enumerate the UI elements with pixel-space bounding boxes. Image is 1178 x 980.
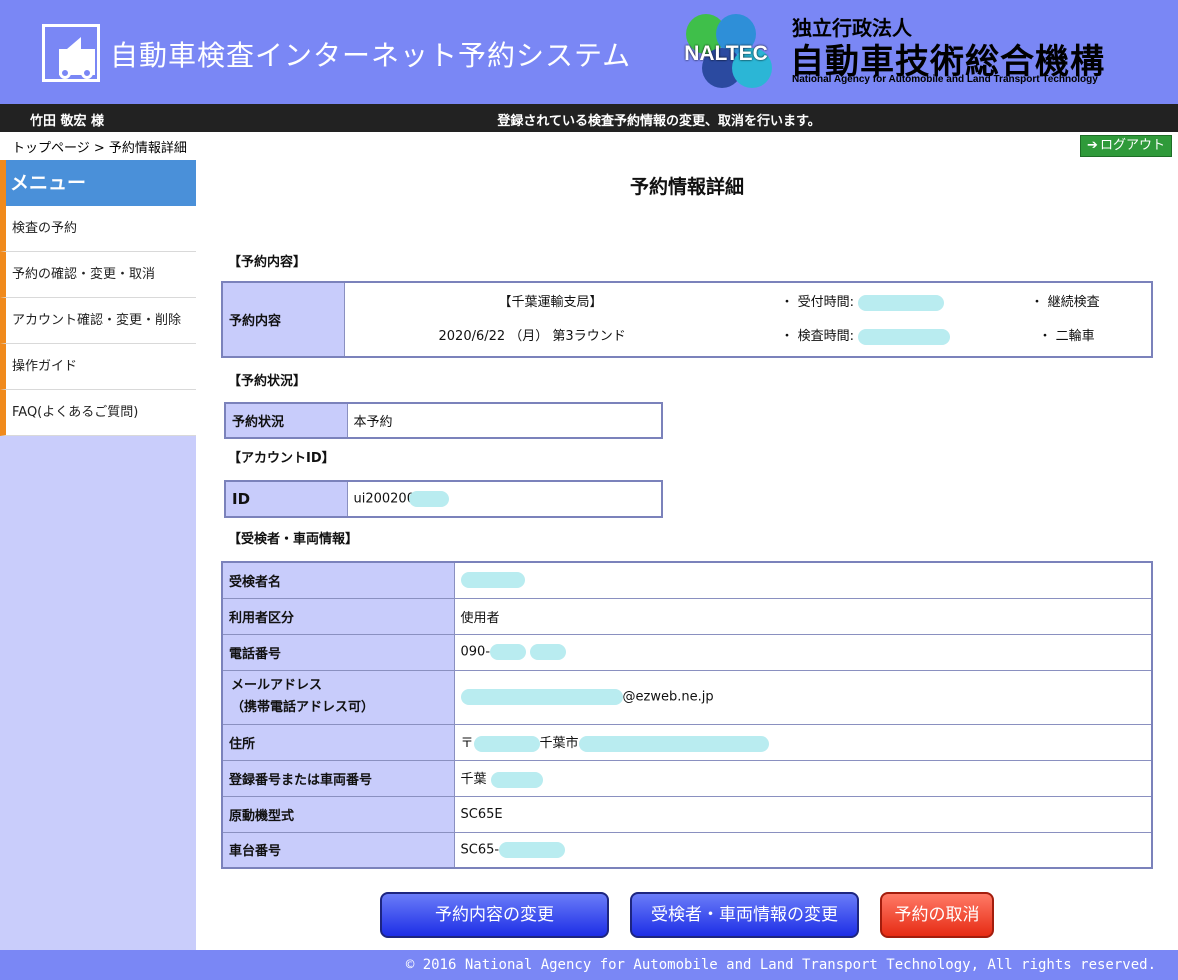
table-row: 電話番号 090-: [221, 633, 1153, 671]
row-label-name: 受検者名: [221, 561, 455, 599]
sidebar-item-reserve[interactable]: 検査の予約: [0, 206, 196, 252]
reservation-label: 予約内容: [221, 281, 345, 358]
inspection-type: ・ 継続検査: [1030, 295, 1100, 310]
inspection-time: ・ 検査時間:: [781, 325, 951, 345]
row-value-address: 〒 千葉市: [453, 723, 1153, 761]
naltec-logo-text: NALTEC: [684, 42, 768, 65]
table-row: 登録番号または車両番号 千葉: [221, 759, 1153, 797]
address-city: 千葉市: [539, 736, 579, 752]
sidebar-item-confirm-change-cancel[interactable]: 予約の確認・変更・取消: [0, 252, 196, 298]
table-row: 利用者区分 使用者: [221, 597, 1153, 635]
redacted-mask: [530, 644, 567, 660]
reception-time-label: ・ 受付時間:: [780, 295, 855, 310]
table-row: 住所 〒 千葉市: [221, 723, 1153, 761]
row-value-phone: 090-: [453, 633, 1153, 671]
email-domain: @ezweb.ne.jp: [622, 689, 714, 705]
system-title: 自動車検査インターネット予約システム: [110, 39, 632, 72]
redacted-mask: [858, 294, 945, 311]
row-value-engine-model: SC65E: [453, 795, 1153, 833]
sidebar: メニュー 検査の予約 予約の確認・変更・取消 アカウント確認・変更・削除 操作ガ…: [0, 160, 196, 950]
table-row: 車台番号 SC65-: [221, 831, 1153, 869]
email-label: メールアドレス: [231, 678, 323, 693]
naltec-logo-icon: NALTEC: [672, 14, 780, 94]
phone-prefix: 090-: [460, 644, 491, 660]
section-person-vehicle: 【受検者・車両情報】: [228, 532, 359, 547]
inspection-time-label: ・ 検査時間:: [780, 329, 855, 344]
cancel-reservation-button[interactable]: 予約の取消: [880, 892, 994, 938]
sidebar-item-account[interactable]: アカウント確認・変更・削除: [0, 298, 196, 344]
page-title: 予約情報詳細: [629, 176, 744, 198]
redacted-mask: [858, 328, 951, 345]
office-name: 【千葉運輸支局】: [498, 295, 603, 310]
table-row: メールアドレス （携帯電話アドレス可） @ezweb.ne.jp: [221, 669, 1153, 725]
table-row: 原動機型式 SC65E: [221, 795, 1153, 833]
account-id-table: ID ui200200: [224, 480, 663, 518]
account-id-label: ID: [224, 480, 348, 518]
section-status: 【予約状況】: [228, 374, 307, 389]
row-value-chassis: SC65-: [453, 831, 1153, 869]
redacted-mask: [473, 735, 540, 752]
status-table: 予約状況 本予約: [224, 402, 663, 439]
registration-prefix: 千葉: [460, 772, 487, 788]
row-value-user-type: 使用者: [453, 597, 1153, 635]
person-vehicle-table: 受検者名 利用者区分 使用者 電話番号 090- メールアドレス （携帯電話アドレ…: [221, 561, 1153, 869]
reservation-date: 2020/6/22 （月） 第3ラウンド: [438, 329, 626, 344]
redacted-mask: [499, 841, 566, 858]
redacted-mask: [490, 771, 543, 788]
row-label-address: 住所: [221, 723, 455, 761]
row-label-engine-model: 原動機型式: [221, 795, 455, 833]
row-label-registration: 登録番号または車両番号: [221, 759, 455, 797]
row-label-chassis: 車台番号: [221, 831, 455, 869]
change-person-vehicle-button[interactable]: 受検者・車両情報の変更: [630, 892, 859, 938]
row-label-phone: 電話番号: [221, 633, 455, 671]
vehicle-type: ・ 二輪車: [1038, 329, 1095, 344]
sidebar-item-guide[interactable]: 操作ガイド: [0, 344, 196, 390]
change-reservation-button[interactable]: 予約内容の変更: [380, 892, 609, 938]
sidebar-item-faq[interactable]: FAQ(よくあるご質問): [0, 390, 196, 436]
chassis-prefix: SC65-: [460, 842, 500, 858]
arrow-right-icon: ➔: [1087, 138, 1098, 153]
info-message: 登録されている検査予約情報の変更、取消を行います。: [497, 114, 821, 129]
reservation-detail: 【千葉運輸支局】 2020/6/22 （月） 第3ラウンド ・ 受付時間: ・ …: [343, 281, 1153, 358]
status-value: 本予約: [346, 402, 663, 439]
reservation-table: 予約内容 【千葉運輸支局】 2020/6/22 （月） 第3ラウンド ・ 受付時…: [221, 281, 1153, 358]
breadcrumb: トップページ > 予約情報詳細: [12, 141, 187, 156]
redacted-mask: [408, 491, 449, 507]
reception-time: ・ 受付時間:: [781, 291, 945, 311]
status-label: 予約状況: [224, 402, 348, 439]
header: 自動車検査インターネット予約システム NALTEC 独立行政法人 自動車技術総合…: [0, 0, 1178, 104]
car-logo-icon: [42, 24, 100, 82]
section-account: 【アカウントID】: [228, 451, 335, 466]
row-label-user-type: 利用者区分: [221, 597, 455, 635]
menu-header: メニュー: [0, 160, 196, 206]
logout-button[interactable]: ➔ ログアウト: [1080, 135, 1172, 157]
account-id-value: ui200200: [353, 491, 415, 507]
info-bar: 竹田 敬宏 様 登録されている検査予約情報の変更、取消を行います。: [0, 104, 1178, 132]
redacted-mask: [460, 572, 525, 589]
email-label-note: （携帯電話アドレス可）: [231, 700, 375, 715]
redacted-mask: [578, 735, 769, 752]
row-value-email: @ezweb.ne.jp: [453, 669, 1153, 725]
row-label-email: メールアドレス （携帯電話アドレス可）: [221, 669, 455, 725]
row-value-registration: 千葉: [453, 759, 1153, 797]
section-reservation: 【予約内容】: [228, 255, 307, 270]
postal-mark: 〒: [460, 736, 474, 752]
org-english-name: National Agency for Automobile and Land …: [792, 74, 1098, 85]
row-value-name: [453, 561, 1153, 599]
account-id-cell: ui200200: [346, 480, 663, 518]
logout-label: ログアウト: [1099, 138, 1165, 153]
redacted-mask: [490, 644, 527, 660]
table-row: 受検者名: [221, 561, 1153, 599]
redacted-mask: [460, 689, 623, 705]
footer-copyright: © 2016 National Agency for Automobile an…: [0, 950, 1178, 980]
